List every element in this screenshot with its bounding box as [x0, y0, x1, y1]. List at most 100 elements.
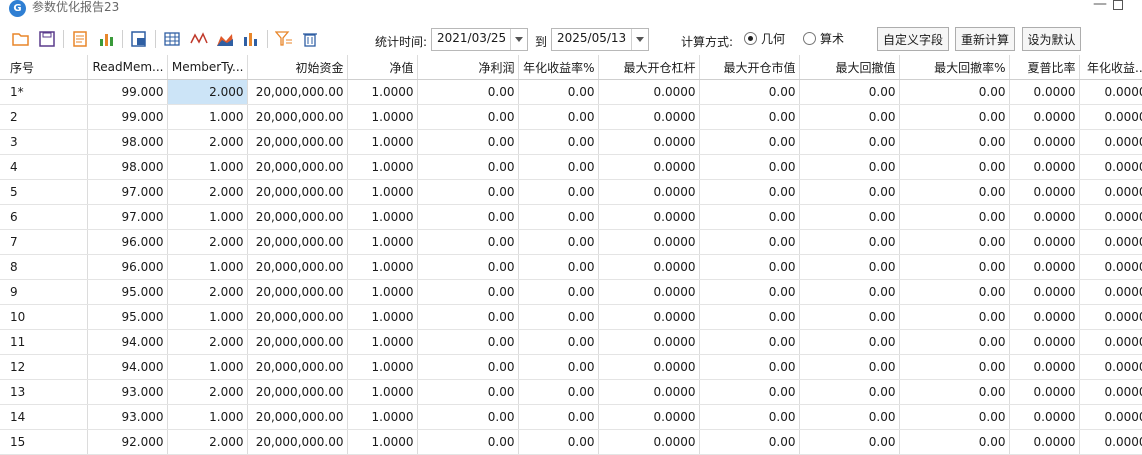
table-cell[interactable]: 0.00 [799, 204, 900, 230]
table-cell[interactable]: 0.00 [799, 79, 900, 105]
set-default-button[interactable]: 设为默认 [1022, 27, 1081, 51]
table-cell[interactable]: 20,000,000.00 [247, 154, 348, 180]
table-cell[interactable]: 2.000 [167, 329, 248, 355]
bar-chart-icon[interactable] [96, 29, 116, 49]
table-cell[interactable]: 1.000 [167, 304, 248, 330]
table-cell[interactable]: 99.000 [87, 79, 168, 105]
table-cell[interactable]: 0.00 [417, 429, 519, 455]
start-date-picker[interactable]: 2021/03/25 [431, 28, 528, 51]
table-cell[interactable]: 1.0000 [347, 254, 418, 280]
export-icon[interactable] [129, 29, 149, 49]
table-cell[interactable]: 1.0000 [347, 429, 418, 455]
table-cell[interactable]: 0.00 [799, 179, 900, 205]
table-cell[interactable]: 95.000 [87, 279, 168, 305]
table-cell[interactable]: 15 [0, 429, 88, 455]
table-cell[interactable]: 0.0000 [598, 429, 700, 455]
table-cell[interactable]: 0.0000 [598, 229, 700, 255]
table-cell[interactable]: 0.0000 [1009, 204, 1080, 230]
table-cell[interactable]: 0.00 [799, 229, 900, 255]
table-cell[interactable]: 0.00 [799, 154, 900, 180]
table-cell[interactable]: 2.000 [167, 279, 248, 305]
table-cell[interactable]: 93.000 [87, 379, 168, 405]
table-cell[interactable]: 0.0000 [1079, 304, 1142, 330]
table-cell[interactable]: 0.0000 [598, 329, 700, 355]
table-cell[interactable]: 20,000,000.00 [247, 229, 348, 255]
table-cell[interactable]: 0.00 [899, 404, 1010, 430]
column-header[interactable]: 最大开仓市值 [699, 55, 800, 80]
table-cell[interactable]: 0.00 [699, 179, 800, 205]
table-cell[interactable]: 0.0000 [1009, 129, 1080, 155]
table-cell[interactable]: 0.00 [518, 304, 599, 330]
table-row[interactable]: 14 93.000 1.000 20,000,000.00 1.0000 0.00 0.00… [0, 404, 1142, 430]
table-cell[interactable]: 0.0000 [1009, 279, 1080, 305]
table-cell[interactable]: 13 [0, 379, 88, 405]
table-cell[interactable]: 20,000,000.00 [247, 329, 348, 355]
table-cell[interactable]: 0.00 [899, 254, 1010, 280]
table-cell[interactable]: 1.000 [167, 354, 248, 380]
table-cell[interactable]: 0.00 [699, 379, 800, 405]
column-header[interactable]: ReadMem... [87, 55, 168, 80]
table-cell[interactable]: 0.0000 [1079, 204, 1142, 230]
table-cell[interactable]: 0.0000 [598, 129, 700, 155]
recalculate-button[interactable]: 重新计算 [955, 27, 1015, 51]
table-cell[interactable]: 96.000 [87, 254, 168, 280]
table-cell[interactable]: 0.00 [799, 329, 900, 355]
table-cell[interactable]: 0.00 [699, 354, 800, 380]
table-cell[interactable]: 0.00 [699, 404, 800, 430]
table-cell[interactable]: 0.00 [518, 279, 599, 305]
table-row[interactable]: 6 97.000 1.000 20,000,000.00 1.0000 0.00 0.00 0… [0, 204, 1142, 230]
table-cell[interactable]: 20,000,000.00 [247, 179, 348, 205]
table-cell[interactable]: 0.0000 [1009, 404, 1080, 430]
table-cell[interactable]: 0.00 [699, 229, 800, 255]
table-cell[interactable]: 0.00 [417, 229, 519, 255]
table-cell[interactable]: 0.00 [899, 179, 1010, 205]
table-cell[interactable]: 0.00 [417, 129, 519, 155]
table-row[interactable]: 12 94.000 1.000 20,000,000.00 1.0000 0.00 0.00… [0, 354, 1142, 380]
filter-icon[interactable] [274, 29, 294, 49]
table-cell[interactable]: 1.000 [167, 204, 248, 230]
column-chart-icon[interactable] [241, 29, 261, 49]
end-date-picker[interactable]: 2025/05/13 [551, 28, 649, 51]
table-cell[interactable]: 0.0000 [598, 204, 700, 230]
table-cell[interactable]: 93.000 [87, 404, 168, 430]
table-cell[interactable]: 0.00 [799, 429, 900, 455]
table-cell[interactable]: 0.00 [518, 229, 599, 255]
table-cell[interactable]: 0.00 [899, 354, 1010, 380]
table-cell[interactable]: 97.000 [87, 204, 168, 230]
table-cell[interactable]: 0.0000 [1079, 229, 1142, 255]
table-cell[interactable]: 0.00 [699, 304, 800, 330]
table-cell[interactable]: 0.00 [417, 79, 519, 105]
table-cell[interactable]: 0.00 [417, 204, 519, 230]
table-cell[interactable]: 0.00 [417, 329, 519, 355]
table-cell[interactable]: 10 [0, 304, 88, 330]
column-header[interactable]: 最大回撤值 [799, 55, 900, 80]
table-cell[interactable]: 0.0000 [1079, 154, 1142, 180]
table-cell[interactable]: 4 [0, 154, 88, 180]
table-cell[interactable]: 0.00 [518, 329, 599, 355]
table-cell[interactable]: 0.0000 [1009, 354, 1080, 380]
column-header[interactable]: 最大开仓杠杆 [598, 55, 700, 80]
table-row[interactable]: 10 95.000 1.000 20,000,000.00 1.0000 0.00 0.00… [0, 304, 1142, 330]
table-cell[interactable]: 0.0000 [1009, 229, 1080, 255]
table-cell[interactable]: 0.00 [899, 129, 1010, 155]
table-cell[interactable]: 9 [0, 279, 88, 305]
column-header[interactable]: 序号 [0, 55, 88, 80]
table-cell[interactable]: 0.00 [518, 104, 599, 130]
table-cell[interactable]: 0.0000 [1079, 104, 1142, 130]
table-cell[interactable]: 0.0000 [1079, 329, 1142, 355]
table-cell[interactable]: 0.0000 [1009, 329, 1080, 355]
open-folder-icon[interactable] [11, 29, 31, 49]
table-cell[interactable]: 0.00 [417, 154, 519, 180]
table-cell[interactable]: 0.00 [699, 254, 800, 280]
column-header[interactable]: 净值 [347, 55, 418, 80]
table-cell[interactable]: 97.000 [87, 179, 168, 205]
table-cell[interactable]: 0.00 [518, 154, 599, 180]
table-cell[interactable]: 0.0000 [1079, 179, 1142, 205]
table-cell[interactable]: 0.00 [417, 304, 519, 330]
custom-fields-button[interactable]: 自定义字段 [877, 27, 949, 51]
table-cell[interactable]: 0.00 [699, 329, 800, 355]
table-cell[interactable]: 1.0000 [347, 279, 418, 305]
table-cell[interactable]: 11 [0, 329, 88, 355]
table-cell[interactable]: 0.0000 [598, 154, 700, 180]
table-cell[interactable]: 0.00 [799, 354, 900, 380]
